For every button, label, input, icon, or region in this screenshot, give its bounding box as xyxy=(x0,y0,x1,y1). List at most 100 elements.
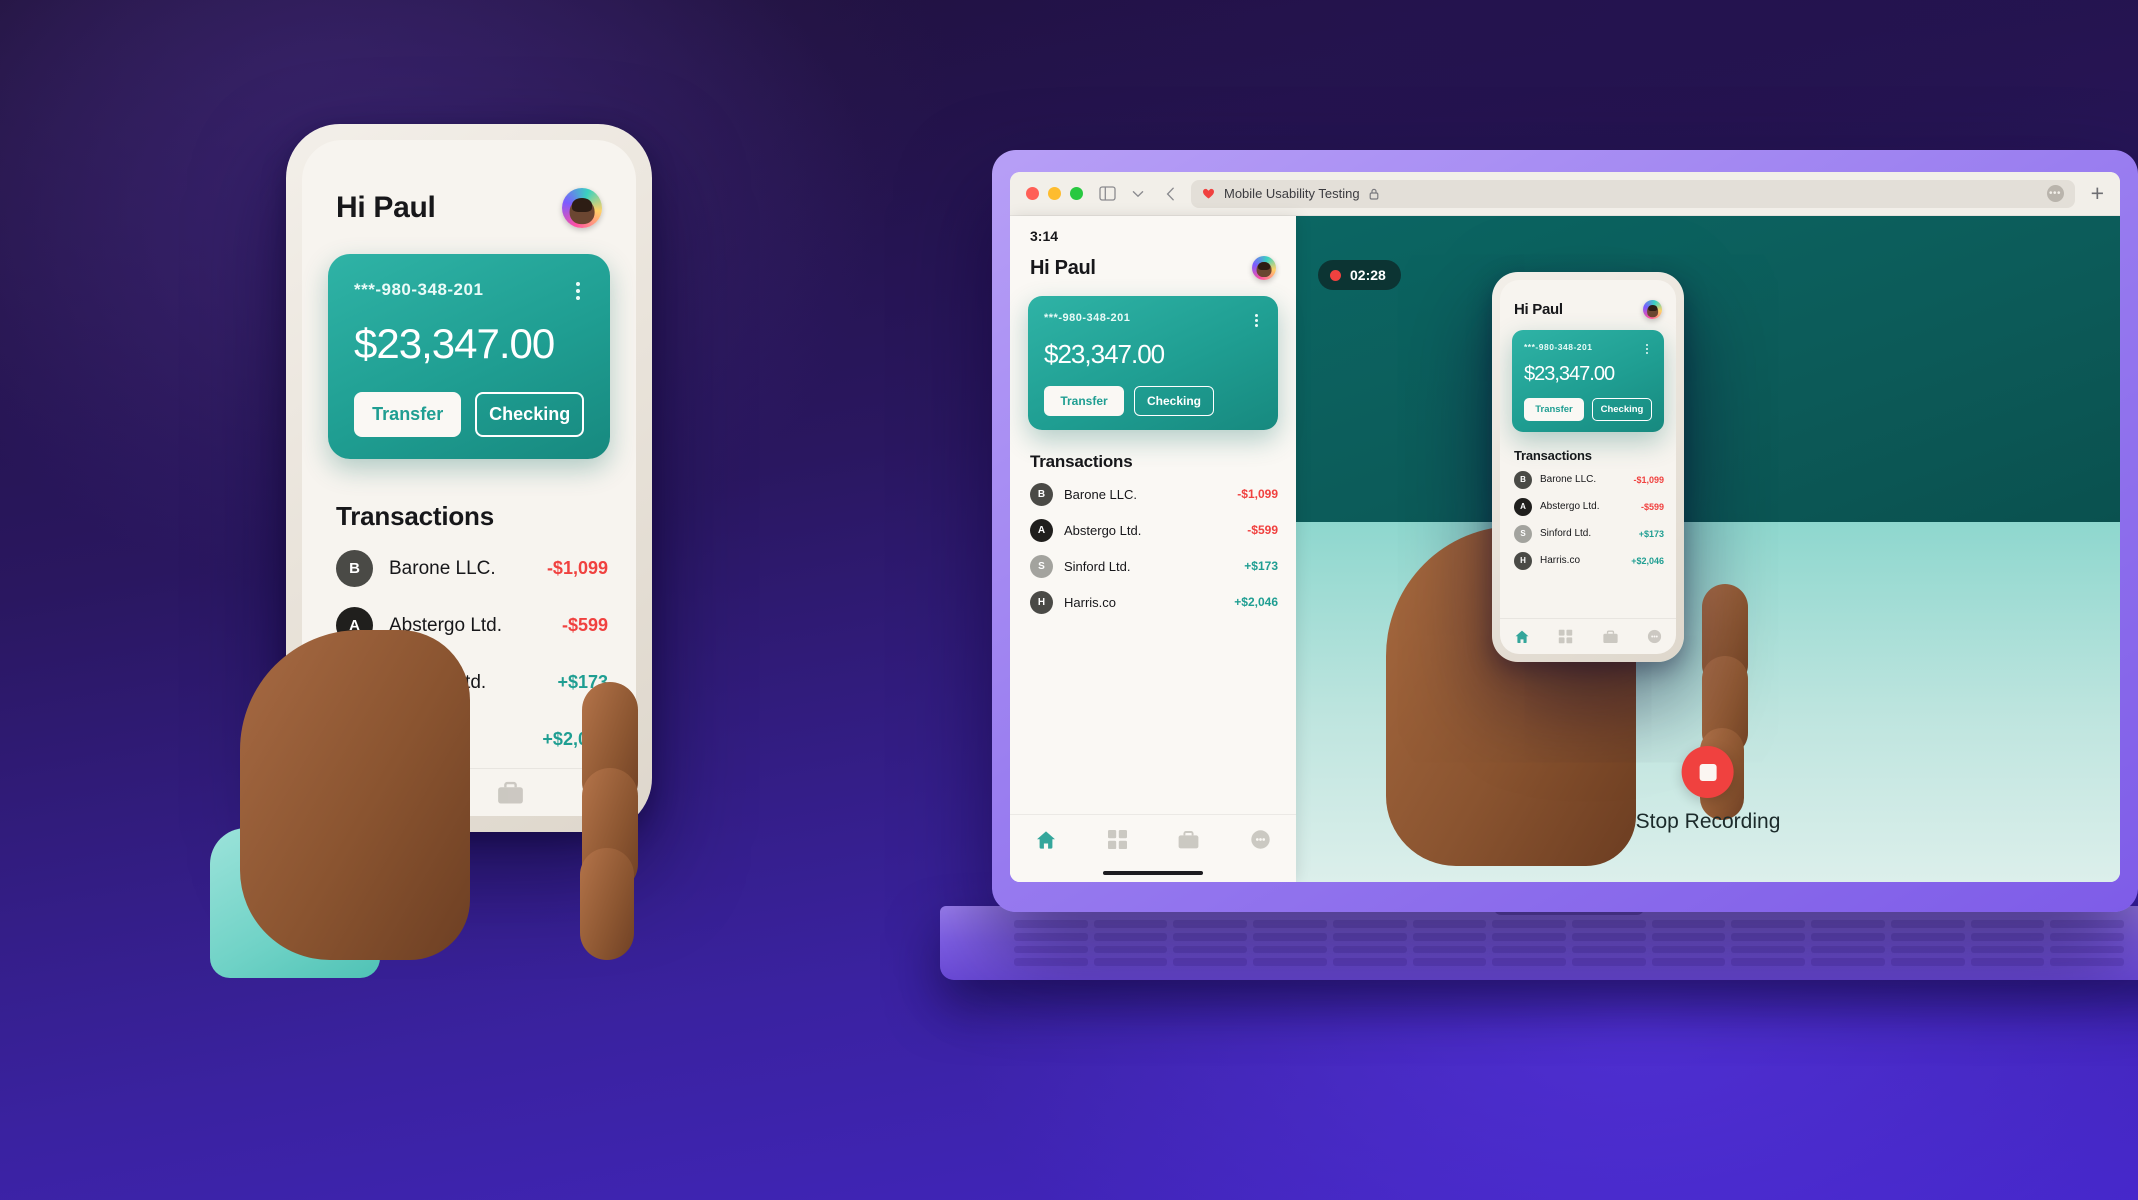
chevron-down-icon[interactable] xyxy=(1132,190,1144,198)
browser-tab-title: Mobile Usability Testing xyxy=(1224,186,1360,201)
transaction-avatar: B xyxy=(1514,470,1532,489)
stop-recording-label: Stop Recording xyxy=(1635,810,1781,833)
back-chevron-icon[interactable] xyxy=(1166,187,1175,201)
close-window-button[interactable] xyxy=(1026,187,1039,200)
account-number: ***-980-348-201 xyxy=(1044,312,1131,324)
plus-icon[interactable]: + xyxy=(2091,182,2104,205)
transaction-amount: +$2,046 xyxy=(1631,555,1664,566)
finger xyxy=(580,848,634,960)
stop-square-icon[interactable] xyxy=(1681,746,1734,798)
heart-pin-icon xyxy=(1203,188,1214,199)
table-row[interactable]: S Sinford Ltd. +$173 xyxy=(1030,548,1278,584)
transaction-amount: -$1,099 xyxy=(1237,487,1278,501)
transaction-name: Abstergo Ltd. xyxy=(1540,501,1600,513)
transfer-button[interactable]: Transfer xyxy=(1524,398,1584,422)
balance-card: ***-980-348-201 $23,347.00 Transfer Chec… xyxy=(1512,330,1664,433)
table-row[interactable]: H Harris.co +$2,046 xyxy=(1514,547,1664,574)
recording-video-stage: 02:28 Hi Paul ***-980-348-201 $23,347.00… xyxy=(1296,216,2120,882)
table-row[interactable]: H Harris.co +$2,046 xyxy=(1030,584,1278,620)
account-number: ***-980-348-201 xyxy=(1524,342,1593,352)
transaction-avatar: S xyxy=(1030,554,1053,578)
close-icon[interactable]: ••• xyxy=(2046,185,2064,202)
transaction-avatar: A xyxy=(1030,518,1053,542)
transaction-name: Abstergo Ltd. xyxy=(1064,522,1142,538)
more-vertical-icon[interactable] xyxy=(572,280,584,302)
transfer-button[interactable]: Transfer xyxy=(354,392,462,437)
greeting-text: Hi Paul xyxy=(336,191,436,224)
more-vertical-icon[interactable] xyxy=(1251,312,1262,329)
table-row[interactable]: B Barone LLC. -$1,099 xyxy=(1030,476,1278,512)
transaction-avatar: A xyxy=(1514,497,1532,516)
settings-icon[interactable] xyxy=(1251,830,1270,849)
transactions-title: Transactions xyxy=(336,501,494,531)
card-actions: Transfer Checking xyxy=(1044,386,1262,416)
browser-content: 3:14 Hi Paul ***-980-348-201 $23,347.00 xyxy=(1010,216,2120,882)
balance-card-header: ***-980-348-201 xyxy=(1524,342,1652,356)
more-vertical-icon[interactable] xyxy=(1642,342,1652,356)
home-icon[interactable] xyxy=(1036,830,1056,849)
table-row[interactable]: S Sinford Ltd. +$173 xyxy=(1514,520,1664,547)
greeting-text: Hi Paul xyxy=(1514,301,1563,318)
user-avatar[interactable] xyxy=(1643,300,1662,319)
transaction-name: Barone LLC. xyxy=(1540,474,1597,486)
transaction-amount: -$599 xyxy=(1247,523,1278,537)
checking-button[interactable]: Checking xyxy=(1591,398,1652,422)
table-row[interactable]: A Abstergo Ltd. -$599 xyxy=(1030,512,1278,548)
card-actions: Transfer Checking xyxy=(1524,398,1652,422)
palm xyxy=(240,630,470,960)
hand-illustration-left xyxy=(210,560,700,980)
settings-icon[interactable] xyxy=(1647,629,1662,644)
balance-card: ***-980-348-201 $23,347.00 Transfer Chec… xyxy=(1028,296,1278,430)
app-header: Hi Paul xyxy=(1500,280,1676,319)
checking-button[interactable]: Checking xyxy=(475,392,584,437)
laptop-base xyxy=(940,906,2138,980)
user-avatar[interactable] xyxy=(562,188,602,228)
card-actions: Transfer Checking xyxy=(354,392,584,437)
recording-timer-badge: 02:28 xyxy=(1318,260,1401,290)
balance-amount: $23,347.00 xyxy=(1044,339,1165,369)
transaction-amount: -$1,099 xyxy=(1633,474,1664,485)
bottom-tabbar xyxy=(1500,618,1676,654)
bottom-tabbar xyxy=(1010,814,1296,864)
laptop-lid: Mobile Usability Testing ••• + 3:14 Hi P… xyxy=(992,150,2138,912)
grid-icon[interactable] xyxy=(1559,629,1573,644)
transactions-title: Transactions xyxy=(1514,448,1592,464)
user-avatar[interactable] xyxy=(1252,256,1276,280)
balance-amount: $23,347.00 xyxy=(1524,363,1615,386)
transaction-amount: +$2,046 xyxy=(1234,595,1278,609)
wallet-icon[interactable] xyxy=(1178,830,1199,849)
laptop-device: Mobile Usability Testing ••• + 3:14 Hi P… xyxy=(940,150,2138,980)
home-icon[interactable] xyxy=(1515,630,1529,644)
transaction-name: Sinford Ltd. xyxy=(1540,528,1592,540)
balance-card-header: ***-980-348-201 xyxy=(354,280,584,302)
app-header: Hi Paul xyxy=(302,140,636,228)
transaction-avatar: S xyxy=(1514,524,1532,543)
app-preview-pane: 3:14 Hi Paul ***-980-348-201 $23,347.00 xyxy=(1010,216,1296,882)
sidebar-icon[interactable] xyxy=(1099,186,1116,201)
greeting-text: Hi Paul xyxy=(1030,256,1096,279)
lock-icon xyxy=(1369,188,1379,200)
browser-tab[interactable]: Mobile Usability Testing ••• xyxy=(1191,179,2075,208)
table-row[interactable]: B Barone LLC. -$1,099 xyxy=(1514,466,1664,493)
transfer-button[interactable]: Transfer xyxy=(1044,386,1124,416)
transaction-amount: +$173 xyxy=(1244,559,1278,573)
transaction-name: Sinford Ltd. xyxy=(1064,558,1131,574)
app-header: Hi Paul xyxy=(1010,244,1296,280)
laptop-screen: Mobile Usability Testing ••• + 3:14 Hi P… xyxy=(1010,172,2120,882)
minimize-window-button[interactable] xyxy=(1048,187,1061,200)
transactions-list: B Barone LLC. -$1,099 A Abstergo Ltd. -$599 SS… xyxy=(1010,472,1296,620)
recorded-phone-device: Hi Paul ***-980-348-201 $23,347.00 Trans… xyxy=(1492,272,1684,662)
grid-icon[interactable] xyxy=(1107,830,1127,849)
transaction-amount: +$173 xyxy=(1638,528,1664,539)
wallet-icon[interactable] xyxy=(1602,630,1618,643)
transaction-avatar: H xyxy=(1514,551,1532,570)
stop-recording-control[interactable]: Stop Recording xyxy=(1635,746,1781,834)
home-indicator xyxy=(1010,864,1296,882)
checking-button[interactable]: Checking xyxy=(1134,386,1214,416)
account-number: ***-980-348-201 xyxy=(354,280,484,299)
status-time: 3:14 xyxy=(1030,228,1059,244)
table-row[interactable]: A Abstergo Ltd. -$599 xyxy=(1514,493,1664,520)
maximize-window-button[interactable] xyxy=(1070,187,1083,200)
balance-amount: $23,347.00 xyxy=(354,320,555,367)
recording-timer: 02:28 xyxy=(1350,267,1386,283)
